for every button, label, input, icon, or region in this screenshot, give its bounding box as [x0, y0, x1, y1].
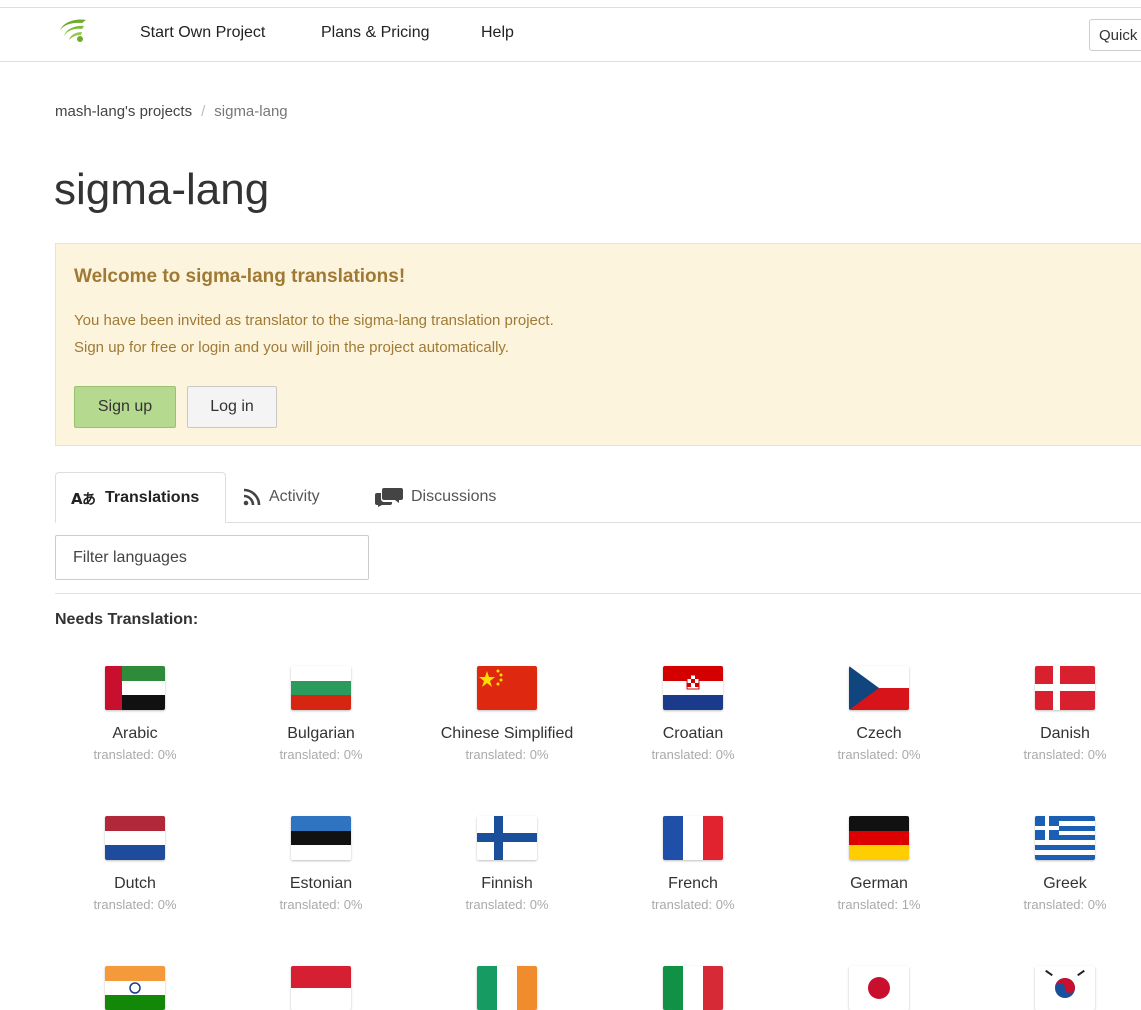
language-name: Danish [1040, 725, 1090, 742]
flag-czech-icon [849, 666, 909, 710]
language-item-hindi[interactable] [42, 966, 228, 1010]
language-progress: translated: 0% [279, 747, 363, 762]
welcome-title: Welcome to sigma-lang translations! [74, 266, 406, 287]
language-item-italian[interactable] [600, 966, 786, 1010]
project-tabs: A あ Translations Activity Discussions [55, 472, 1141, 523]
flag-dutch-icon [105, 816, 165, 860]
language-item-french[interactable]: French translated: 0% [600, 816, 786, 912]
log-in-button[interactable]: Log in [187, 386, 277, 428]
flag-german-icon [849, 816, 909, 860]
flag-korean-icon [1035, 966, 1095, 1010]
flag-arabic-icon [105, 666, 165, 710]
language-item-czech[interactable]: Czech translated: 0% [786, 666, 972, 762]
flag-croatian-icon [663, 666, 723, 710]
breadcrumb-current: sigma-lang [214, 103, 288, 120]
breadcrumb: mash-lang's projects / sigma-lang [55, 103, 288, 120]
top-navbar: Start Own Project Plans & Pricing Help [0, 7, 1141, 62]
page-title: sigma-lang [54, 165, 270, 214]
flag-indonesian-icon [291, 966, 351, 1010]
nav-plans-pricing[interactable]: Plans & Pricing [321, 24, 430, 42]
language-item-japanese[interactable] [786, 966, 972, 1010]
welcome-text-line1: You have been invited as translator to t… [74, 312, 554, 329]
language-name: Arabic [112, 725, 158, 742]
flag-danish-icon [1035, 666, 1095, 710]
tab-discussions-label: Discussions [411, 488, 497, 505]
filter-languages-input[interactable] [55, 535, 369, 580]
language-item-korean[interactable] [972, 966, 1141, 1010]
language-progress: translated: 0% [93, 747, 177, 762]
language-progress: translated: 0% [93, 897, 177, 912]
flag-japanese-icon [849, 966, 909, 1010]
language-item-german[interactable]: German translated: 1% [786, 816, 972, 912]
language-progress: translated: 0% [279, 897, 363, 912]
language-name: Finnish [481, 875, 533, 892]
quick-search-input[interactable] [1089, 19, 1141, 51]
language-progress: translated: 0% [465, 747, 549, 762]
rss-icon [243, 488, 261, 506]
language-name: Czech [856, 725, 902, 742]
language-item-indonesian[interactable] [228, 966, 414, 1010]
welcome-alert: Welcome to sigma-lang translations! You … [55, 243, 1141, 446]
language-progress: translated: 0% [1023, 897, 1107, 912]
language-name: Croatian [662, 725, 724, 742]
nav-start-own-project[interactable]: Start Own Project [140, 24, 265, 42]
language-item-estonian[interactable]: Estonian translated: 0% [228, 816, 414, 912]
flag-indian-icon [105, 966, 165, 1010]
language-name: Estonian [289, 875, 353, 892]
language-item-dutch[interactable]: Dutch translated: 0% [42, 816, 228, 912]
language-item-irish[interactable] [414, 966, 600, 1010]
needs-translation-heading: Needs Translation: [55, 611, 199, 628]
language-item-bulgarian[interactable]: Bulgarian translated: 0% [228, 666, 414, 762]
language-item-danish[interactable]: Danish translated: 0% [972, 666, 1141, 762]
language-progress: translated: 0% [651, 897, 735, 912]
flag-irish-icon [477, 966, 537, 1010]
breadcrumb-parent-link[interactable]: mash-lang's projects [55, 103, 192, 120]
tab-translations[interactable]: A あ Translations [55, 472, 226, 523]
language-progress: translated: 0% [465, 897, 549, 912]
language-name: Dutch [114, 875, 156, 892]
tab-discussions[interactable]: Discussions [375, 472, 496, 522]
translate-icon: A あ [71, 489, 97, 507]
flag-estonian-icon [291, 816, 351, 860]
language-progress: translated: 1% [837, 897, 921, 912]
language-item-croatian[interactable]: Croatian translated: 0% [600, 666, 786, 762]
flag-bulgarian-icon [291, 666, 351, 710]
language-name: Bulgarian [287, 725, 355, 742]
nav-help[interactable]: Help [481, 24, 514, 42]
language-progress: translated: 0% [1023, 747, 1107, 762]
language-name: Chinese Simplified [440, 725, 574, 742]
tab-activity-label: Activity [269, 488, 320, 505]
flag-chinese-icon [477, 666, 537, 710]
tab-translations-label: Translations [105, 488, 200, 506]
language-item-greek[interactable]: Greek translated: 0% [972, 816, 1141, 912]
tab-activity[interactable]: Activity [243, 472, 320, 522]
language-item-arabic[interactable]: Arabic translated: 0% [42, 666, 228, 762]
language-item-finnish[interactable]: Finnish translated: 0% [414, 816, 600, 912]
breadcrumb-separator: / [201, 103, 206, 120]
crowdin-logo-icon[interactable] [58, 17, 88, 43]
flag-finnish-icon [477, 816, 537, 860]
section-divider [55, 593, 1141, 594]
language-name: Greek [1043, 875, 1087, 892]
svg-text:あ: あ [82, 492, 96, 507]
language-name: German [850, 875, 908, 892]
flag-french-icon [663, 816, 723, 860]
language-name: French [668, 875, 718, 892]
sign-up-button[interactable]: Sign up [74, 386, 176, 428]
chat-bubbles-icon [375, 487, 403, 507]
language-progress: translated: 0% [837, 747, 921, 762]
welcome-text-line2: Sign up for free or login and you will j… [74, 339, 509, 356]
language-item-chinese-simplified[interactable]: Chinese Simplified translated: 0% [414, 666, 600, 762]
flag-greek-icon [1035, 816, 1095, 860]
language-progress: translated: 0% [651, 747, 735, 762]
flag-italian-icon [663, 966, 723, 1010]
